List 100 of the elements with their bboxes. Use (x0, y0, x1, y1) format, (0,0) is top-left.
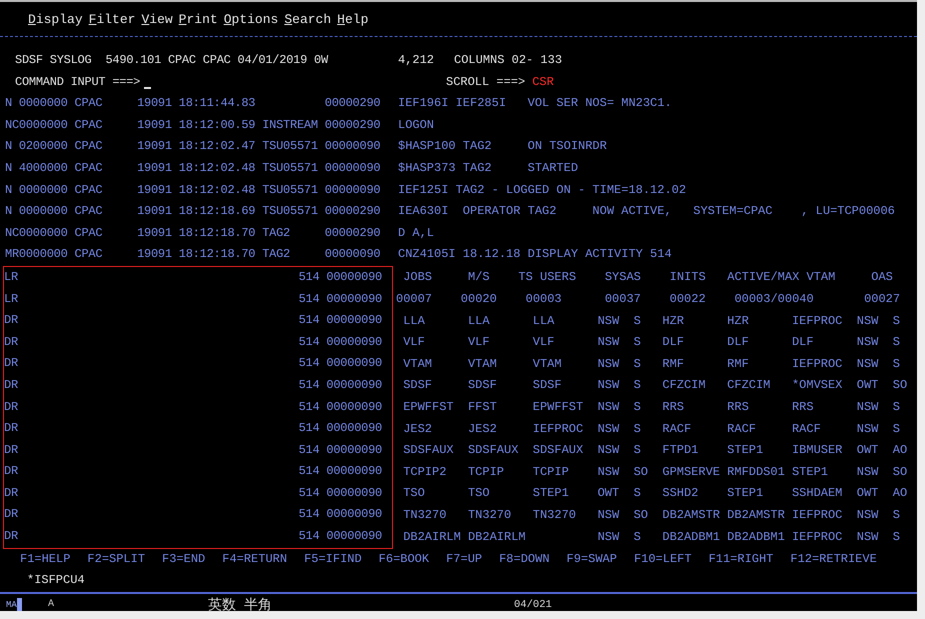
table-cell-text: S (892, 356, 901, 373)
menu-item[interactable]: Help (337, 12, 368, 26)
table-cell-text: S (892, 506, 901, 524)
message-id-label: 514 00000090 (298, 420, 382, 438)
table-cell-text: SDSFAUX (468, 442, 520, 460)
table-cell-text: VTAM (468, 356, 498, 373)
table-cell-text: NSW (856, 399, 880, 416)
table-cell-text: NSW (598, 464, 620, 481)
table-cell-text: FTPD1 (662, 442, 700, 460)
table-cell-text: SDSFAUX (532, 442, 584, 460)
table-cell-text: S (892, 312, 901, 330)
log-message: CNZ4105I 18.12.18 DISPLAY ACTIVITY 514 (398, 246, 672, 264)
menu-item[interactable]: Filter (88, 12, 136, 26)
menu-item[interactable]: Search (284, 12, 332, 26)
log-message: IEF196I IEF285I VOL SER NOS= MN23C1. (398, 95, 672, 112)
function-key-label: F6=BOOK (378, 550, 430, 568)
cursor-block (16, 598, 22, 611)
table-cell-text: STEP1 (727, 485, 764, 502)
table-cell-text: RMF (662, 356, 685, 373)
table-cell-text: TCPIP2 (403, 464, 448, 481)
table-cell-text: SDSF (532, 377, 563, 394)
function-key-label: F4=RETURN (222, 550, 288, 568)
table-cell-text: EPWFFST (403, 399, 455, 416)
table-cell-text: LLA (468, 312, 491, 330)
log-message: D A,L (398, 224, 434, 242)
table-cell-text: STEP1 (792, 464, 829, 481)
log-message: $HASP100 TAG2 ON TSOINRDR (398, 138, 607, 156)
scroll-value[interactable]: CSR (532, 72, 554, 94)
table-cell-text: VTAM (532, 356, 563, 373)
table-cell-text: S (634, 420, 642, 438)
table-cell-text: DB2AIRLM (468, 528, 527, 546)
table-cell-text: S (634, 312, 642, 330)
table-cell-text: TN3270 (468, 506, 512, 524)
table-cell-text: NSW (598, 420, 620, 438)
table-cell-text: LLA (403, 312, 426, 330)
table-cell-text: DB2AIRLM (403, 528, 462, 546)
panel-id: *ISFPCU4 (27, 573, 85, 588)
activity-summary: 00007 00020 00003 00037 00022 00003/00040 00027 (396, 291, 900, 308)
line-type-label: DR (4, 334, 18, 351)
line-type-label: DR (4, 463, 18, 480)
activity-summary: JOBS M/S TS USERS SYSAS INITS ACTIVE/MAX VTAM OAS (402, 269, 893, 286)
table-cell-text: S (892, 399, 901, 416)
menu-item[interactable]: Display (28, 12, 83, 26)
command-label: COMMAND INPUT ===> (15, 74, 140, 91)
table-cell-text: S (892, 528, 901, 546)
table-cell-text: IEFPROC (792, 312, 844, 330)
table-cell-text: RRS (727, 399, 750, 416)
table-cell-text: S (634, 356, 642, 373)
menu-item[interactable]: Options (224, 12, 278, 26)
table-cell-text: NSW (856, 506, 880, 524)
table-cell-text: RACF (792, 420, 822, 438)
table-cell-text: JES2 (403, 420, 433, 438)
table-cell-text: OWT (856, 377, 880, 394)
table-cell-text: STEP1 (532, 485, 570, 502)
table-cell-text: NSW (856, 420, 880, 438)
table-cell-text: IEFPROC (792, 356, 844, 373)
table-cell-text: SO (892, 377, 908, 394)
table-cell-text: NSW (856, 528, 880, 546)
table-cell-text: NSW (598, 356, 620, 373)
table-cell-text: S (892, 420, 901, 438)
line-count: 4,212 (398, 52, 434, 69)
function-key-label: F1=HELP (20, 550, 70, 568)
function-key-label: F12=RETRIEVE (790, 550, 877, 568)
table-cell-text: NSW (598, 312, 620, 330)
table-cell-text: NSW (598, 399, 620, 416)
input-mode: 英数 (208, 596, 236, 611)
table-cell-text: TSO (403, 485, 426, 502)
table-cell-text: IEFPROC (792, 528, 844, 546)
table-cell-text: S (634, 399, 642, 416)
field-indicator: A (48, 599, 56, 610)
table-cell-text: HZR (662, 312, 685, 330)
scroll-label: SCROLL ===> (446, 74, 526, 91)
table-cell-text: FFST (468, 399, 498, 416)
table-cell-text: JES2 (468, 420, 498, 438)
input-mode: 半角 (244, 596, 272, 611)
table-cell-text: CFZCIM (662, 377, 707, 394)
function-key-label: F5=IFIND (304, 550, 362, 568)
table-cell-text: NSW (856, 356, 880, 373)
message-id-label: 514 00000090 (298, 506, 382, 524)
table-cell-text: OWT (856, 442, 880, 460)
table-cell-text: TN3270 (532, 506, 577, 524)
menu-item[interactable]: View (141, 12, 173, 26)
table-cell-text: RACF (727, 420, 757, 438)
table-cell-text: TCPIP (532, 464, 570, 481)
log-message: IEF125I TAG2 - LOGGED ON - TIME=18.12.02 (398, 182, 686, 199)
columns-range: COLUMNS 02- 133 (454, 52, 562, 69)
menu-item[interactable]: Print (178, 12, 218, 26)
table-cell-text: VTAM (403, 356, 433, 373)
table-cell-text: DB2AMSTR (727, 506, 786, 524)
table-cell-text: SSHD2 (662, 485, 700, 502)
log-prefix: N 0000000 CPAC 19091 18:12:18.69 TSU05571 00000290 (5, 203, 380, 220)
table-cell-text: SO (634, 506, 649, 524)
table-cell-text: RMFDDS01 (727, 464, 786, 481)
log-prefix: MR0000000 CPAC 19091 18:12:18.70 TAG2 00000090 (5, 246, 380, 264)
line-type-label: LR (4, 290, 18, 308)
table-cell-text: RRS (792, 399, 815, 416)
log-prefix: N 0200000 CPAC 19091 18:12:02.47 TSU05571 00000090 (5, 138, 380, 156)
table-cell-text: IEFPROC (792, 506, 844, 524)
table-cell-text: AO (892, 442, 908, 460)
message-id-label: 514 00000090 (298, 484, 382, 502)
